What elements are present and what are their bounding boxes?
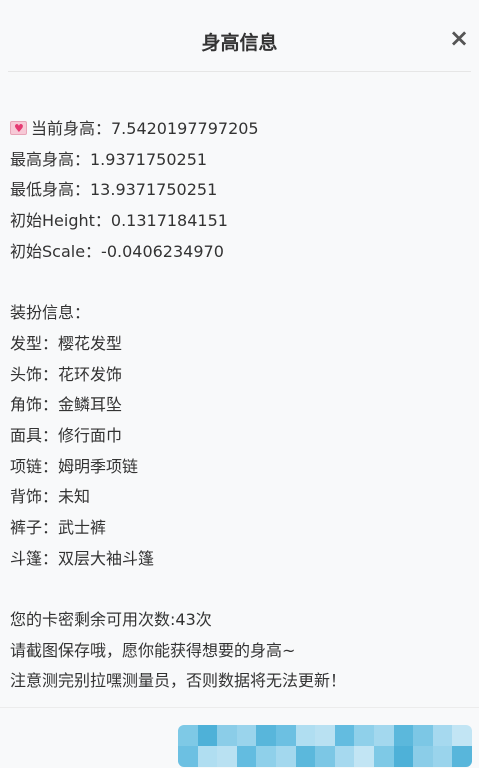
current-height-row: 当前身高：7.5420197797205 [10, 114, 471, 145]
mosaic-cell [178, 725, 198, 746]
outfit-hair: 发型：樱花发型 [10, 333, 123, 353]
mosaic-cell [432, 746, 453, 767]
mosaic-cell [334, 725, 355, 746]
mosaic-cell [295, 746, 316, 767]
outfit-mask: 面具：修行面巾 [10, 425, 123, 445]
remaining-uses: 您的卡密剩余可用次数:43次 [10, 610, 212, 629]
close-icon[interactable]: × [449, 26, 469, 50]
outfit-headwear: 头饰：花环发饰 [10, 364, 123, 384]
dialog-header: 身高信息 × [8, 0, 471, 72]
mosaic-cell [236, 746, 257, 767]
dialog-content: 当前身高：7.5420197797205 最高身高：1.9371750251 最… [10, 114, 471, 697]
mosaic-cell [452, 746, 472, 767]
current-height: 当前身高：7.5420197797205 [31, 119, 259, 138]
mosaic-cell [276, 746, 296, 767]
mosaic-cell [197, 725, 218, 746]
mosaic-cell [256, 746, 276, 767]
mosaic-cell [217, 746, 237, 767]
mosaic-cell [393, 725, 414, 746]
mosaic-cell [276, 725, 296, 746]
outfit-header: 装扮信息： [10, 303, 91, 323]
warning-note: 注意测完别拉嘿测量员，否则数据将无法更新！ [10, 671, 347, 691]
mosaic-cell [178, 746, 198, 767]
outfit-back: 背饰：未知 [10, 487, 91, 507]
outfit-necklace: 项链：姆明季项链 [10, 456, 139, 476]
mosaic-cell [354, 746, 374, 767]
mosaic-cell [315, 746, 335, 767]
mosaic-cell [197, 746, 218, 767]
height-info-dialog: 身高信息 × 当前身高：7.5420197797205 最高身高：1.93717… [0, 0, 479, 768]
pixelated-action-button[interactable] [178, 725, 472, 767]
mosaic-cell [315, 725, 335, 746]
dialog-footer [0, 707, 479, 768]
min-height: 最低身高：13.9371750251 [10, 180, 218, 200]
mosaic-cell [295, 725, 316, 746]
initial-height: 初始Height：0.1317184151 [10, 211, 228, 231]
mosaic-cell [413, 746, 433, 767]
outfit-pants: 裤子：武士裤 [10, 517, 107, 537]
mosaic-cell [452, 725, 472, 746]
initial-scale: 初始Scale：-0.0406234970 [10, 241, 224, 261]
mosaic-cell [374, 746, 394, 767]
mosaic-cell [334, 746, 355, 767]
screenshot-tip: 请截图保存哦，愿你能获得想要的身高~ [10, 640, 296, 660]
mosaic-cell [236, 725, 257, 746]
dialog-title: 身高信息 [201, 32, 278, 54]
mosaic-cell [413, 725, 433, 746]
mosaic-cell [393, 746, 414, 767]
mosaic-cell [256, 725, 276, 746]
mosaic-cell [374, 725, 394, 746]
mosaic-cell [217, 725, 237, 746]
outfit-horn: 角饰：金鳞耳坠 [10, 395, 123, 415]
mosaic-cell [354, 725, 374, 746]
outfit-cape: 斗篷：双层大袖斗篷 [10, 548, 155, 568]
heart-emoji-icon [10, 114, 27, 145]
mosaic-cell [432, 725, 453, 746]
max-height: 最高身高：1.9371750251 [10, 149, 208, 169]
